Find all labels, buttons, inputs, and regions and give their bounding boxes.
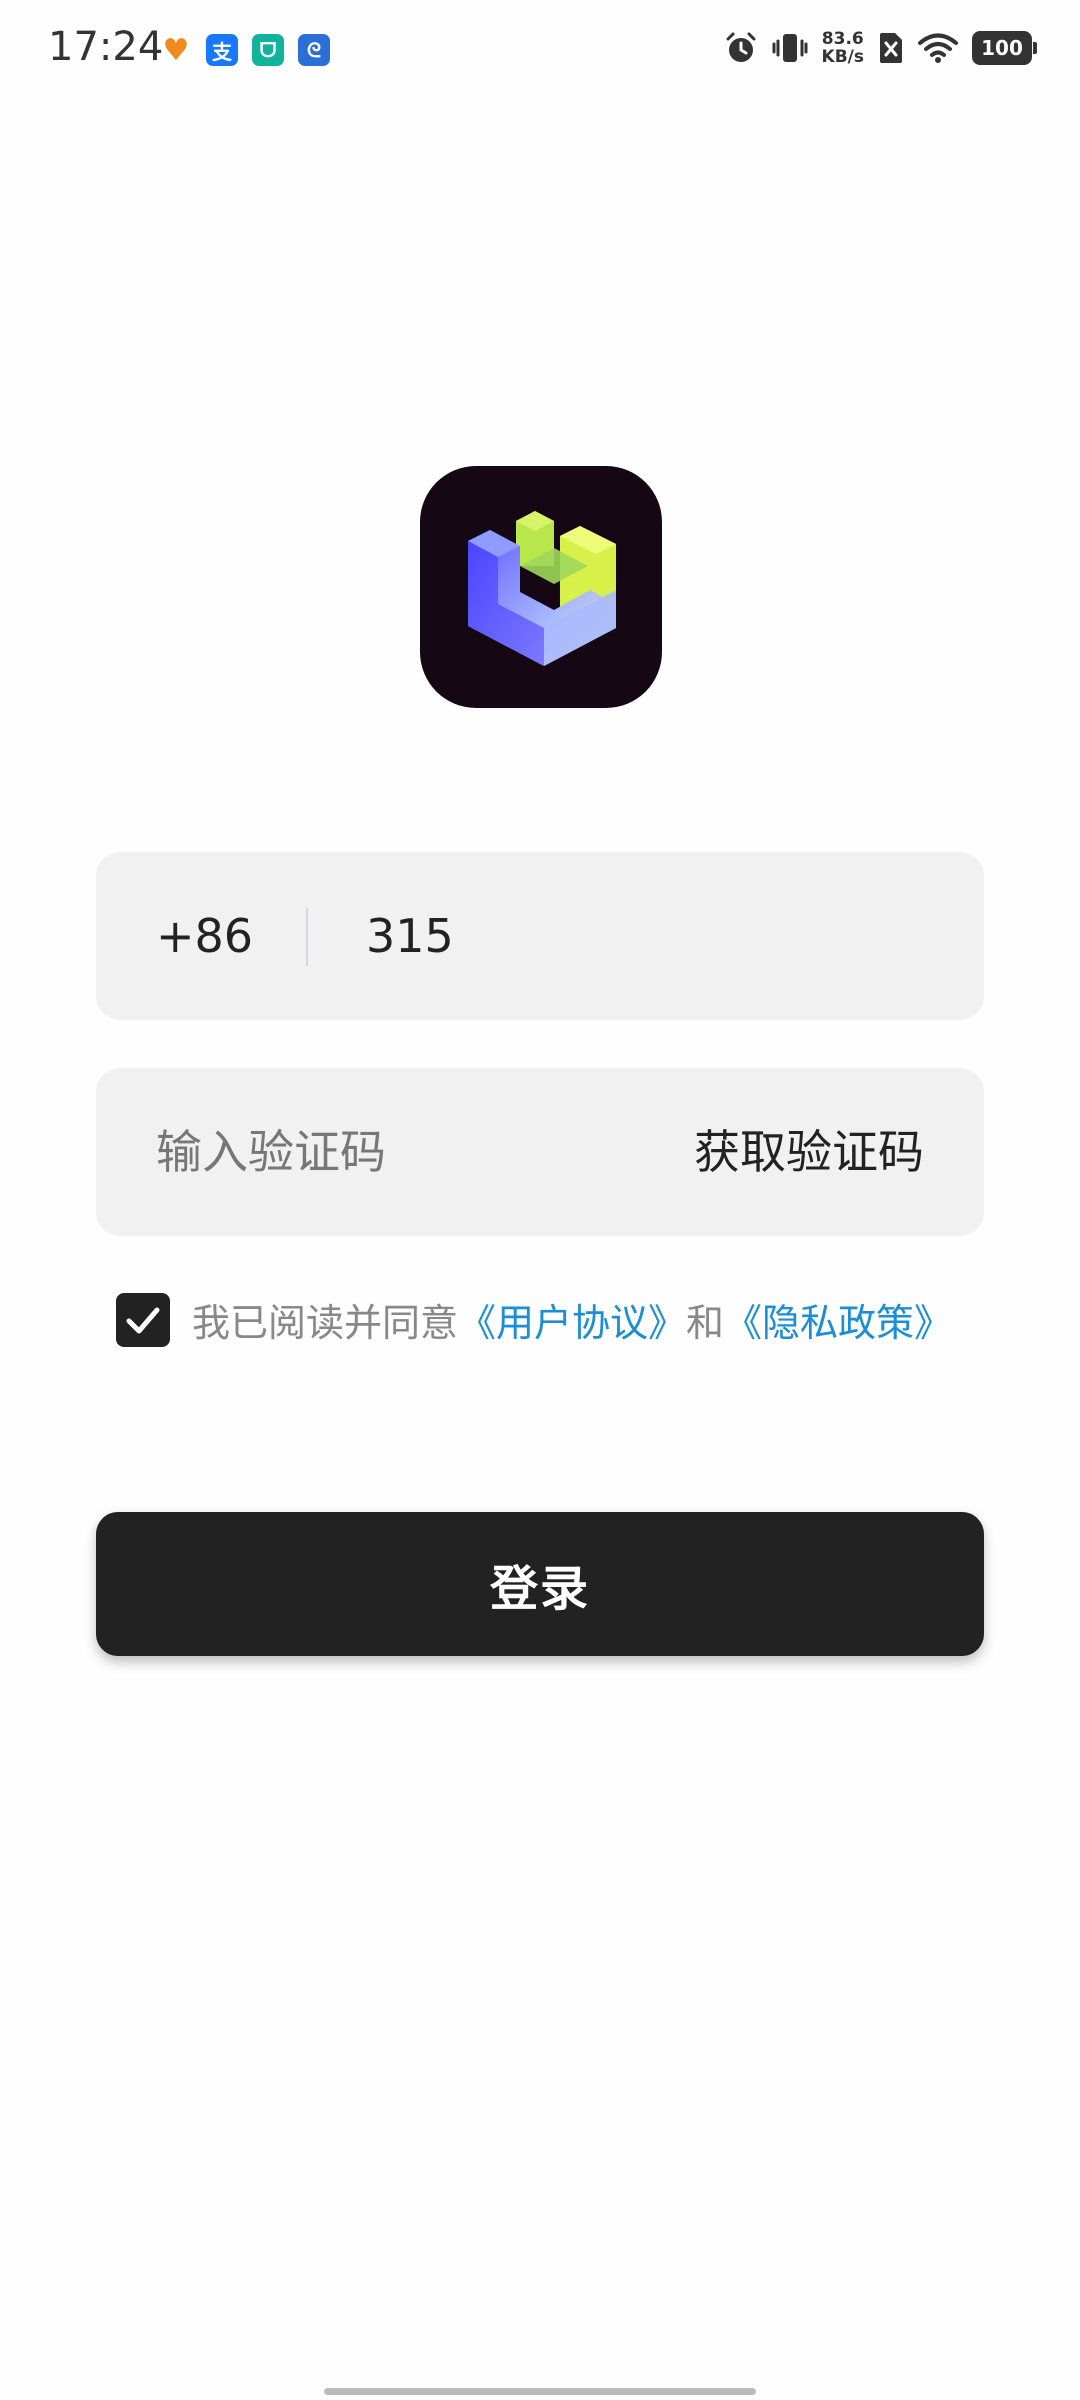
agreement-checkbox[interactable] xyxy=(116,1292,170,1347)
country-code-selector[interactable]: +86 xyxy=(156,852,253,1020)
battery-indicator: 100 xyxy=(972,31,1037,65)
login-screen: 17:24 ♥ 支 ᗜ ᘓ 83.6 KB/s 100 +86 315 输入验证… xyxy=(0,0,1080,2400)
status-notification-icons: ♥ 支 ᗜ ᘓ xyxy=(160,32,330,68)
app-logo-icon xyxy=(420,466,662,708)
agreement-prefix: 我已阅读并同意 xyxy=(192,1301,459,1345)
privacy-policy-link[interactable]: 《隐私政策》 xyxy=(724,1301,952,1345)
user-agreement-link[interactable]: 《用户协议》 xyxy=(458,1301,686,1345)
no-sim-icon xyxy=(880,33,902,63)
verification-code-field: 获取验证码 xyxy=(96,1068,984,1236)
alipay-app-icon: 支 xyxy=(206,34,238,66)
wifi-icon xyxy=(918,33,958,63)
browser-app-icon: ᘓ xyxy=(298,34,330,66)
status-system-icons: 83.6 KB/s 100 xyxy=(724,29,1037,67)
agreement-row: 我已阅读并同意《用户协议》和《隐私政策》 xyxy=(116,1292,952,1347)
vibrate-icon xyxy=(772,34,808,62)
phone-field: +86 xyxy=(96,852,984,1020)
agreement-text: 我已阅读并同意《用户协议》和《隐私政策》 xyxy=(192,1292,952,1347)
status-time: 17:24 xyxy=(48,24,164,70)
network-speed: 83.6 KB/s xyxy=(821,29,864,67)
alarm-icon xyxy=(726,32,756,62)
agreement-conjunction: 和 xyxy=(686,1301,725,1345)
check-icon xyxy=(126,1307,160,1333)
mihome-app-icon: ᗜ xyxy=(252,34,284,66)
status-bar: 17:24 ♥ 支 ᗜ ᘓ 83.6 KB/s 100 xyxy=(0,0,1080,104)
verification-code-input[interactable] xyxy=(156,1068,636,1236)
login-button[interactable]: 登录 xyxy=(96,1512,984,1656)
phone-input[interactable] xyxy=(366,852,946,1020)
gesture-nav-handle[interactable] xyxy=(324,2388,756,2395)
get-code-button[interactable]: 获取验证码 xyxy=(694,1068,924,1236)
field-divider xyxy=(306,908,308,966)
health-app-icon: ♥ xyxy=(162,32,190,68)
